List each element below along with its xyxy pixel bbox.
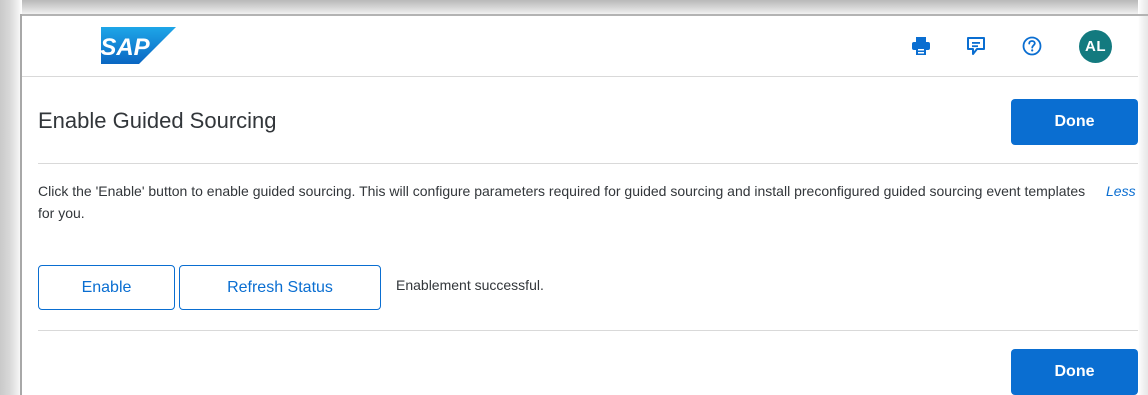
window-frame-right xyxy=(1138,0,1148,395)
page-title: Enable Guided Sourcing xyxy=(38,108,277,133)
app-header: SAP AL xyxy=(22,16,1138,77)
enable-button[interactable]: Enable xyxy=(38,265,175,310)
divider-top xyxy=(38,163,1138,164)
help-icon[interactable] xyxy=(1020,34,1044,58)
window-frame-left xyxy=(0,0,22,395)
done-button-bottom[interactable]: Done xyxy=(1011,349,1138,395)
description-text: Click the 'Enable' button to enable guid… xyxy=(38,183,1086,221)
sap-logo-text: SAP xyxy=(101,34,151,61)
refresh-status-button[interactable]: Refresh Status xyxy=(179,265,381,310)
done-button-top[interactable]: Done xyxy=(1011,99,1138,145)
less-link[interactable]: Less xyxy=(1106,180,1136,202)
print-icon[interactable] xyxy=(909,34,933,58)
user-avatar[interactable]: AL xyxy=(1079,30,1112,63)
status-message: Enablement successful. xyxy=(396,277,544,293)
feedback-icon[interactable] xyxy=(964,34,988,58)
sap-logo[interactable]: SAP xyxy=(101,27,176,64)
divider-bottom xyxy=(38,330,1138,331)
